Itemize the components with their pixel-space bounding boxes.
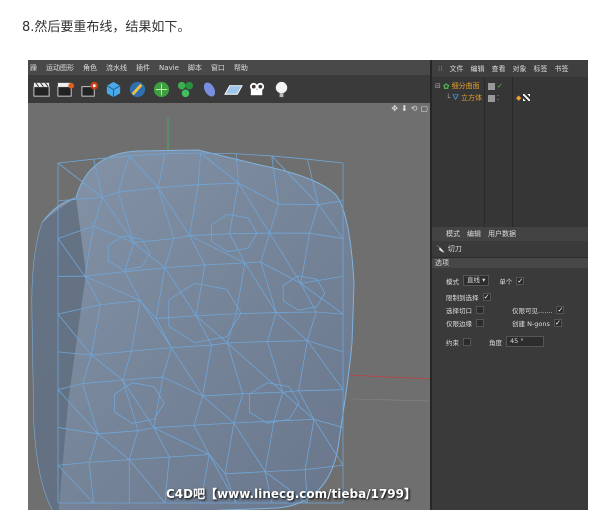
- x-axis-line: [347, 374, 430, 380]
- floor-icon[interactable]: [223, 79, 244, 100]
- constrain-row: 约束 角度 45 °: [446, 336, 544, 347]
- dot-icon[interactable]: ⁚: [497, 94, 499, 102]
- clapboard-gear-icon[interactable]: [55, 79, 76, 100]
- menu-item[interactable]: 运动图形: [46, 63, 74, 73]
- restrict-label: 限制到选择: [446, 294, 479, 302]
- clapboard-icon[interactable]: [31, 79, 52, 100]
- menu-item[interactable]: 流水线: [106, 63, 127, 73]
- visibility-icon[interactable]: [488, 94, 495, 102]
- grid-line: [352, 398, 430, 402]
- visible-only-label: 仅限可见.......: [512, 307, 553, 315]
- tree-branch-icon: └: [446, 94, 451, 102]
- menu-item[interactable]: 窗口: [211, 63, 225, 73]
- pen-icon[interactable]: [127, 79, 148, 100]
- step-caption: 8.然后要重布线，结果如下。: [22, 20, 191, 35]
- attr-menu-userdata[interactable]: 用户数据: [488, 229, 516, 239]
- object-name[interactable]: 细分曲面: [452, 81, 480, 91]
- camera-icon[interactable]: [247, 79, 268, 100]
- isolate-edge-label: 仅限边缘: [446, 320, 472, 328]
- attr-menu-edit[interactable]: 编辑: [467, 229, 481, 239]
- om-menu-bookmarks[interactable]: 书签: [554, 64, 568, 74]
- attr-menu-mode[interactable]: 模式: [446, 229, 460, 239]
- select-cut-row: 选择切口: [446, 305, 484, 315]
- light-icon[interactable]: [271, 79, 292, 100]
- subdivision-object-icon: ✿: [442, 81, 450, 91]
- visibility-icon[interactable]: [488, 82, 495, 90]
- restrict-row: 限制到选择 ✓: [446, 292, 491, 302]
- mode-label: 模式: [446, 277, 459, 286]
- tags: ◆: [516, 94, 531, 102]
- create-ngons-checkbox[interactable]: ✓: [553, 319, 562, 327]
- restrict-checkbox[interactable]: ✓: [482, 293, 491, 301]
- create-ngons-row: 创建 N-gons ✓: [512, 318, 562, 328]
- om-menu-object[interactable]: 对象: [512, 64, 526, 74]
- mode-select[interactable]: 直线 ▾: [463, 275, 490, 286]
- grip-icon: ⁞⁞: [438, 64, 443, 73]
- zoom-view-icon[interactable]: ⬇: [401, 104, 408, 113]
- isolate-edge-checkbox[interactable]: [476, 319, 484, 327]
- mode-row: 模式 直线 ▾ 单个 ✓: [446, 275, 525, 286]
- right-panel: ⁞⁞ 文件 编辑 查看 对象 标签 书签 ⊟ ✿ 细分曲面 ✓ └ ⛛ 立方体 …: [430, 60, 588, 510]
- tool-title: 🔪 切刀: [432, 241, 588, 258]
- collapse-icon[interactable]: ⊟: [435, 82, 441, 90]
- menu-item[interactable]: 插件: [136, 63, 150, 73]
- move-view-icon[interactable]: ✥: [391, 104, 398, 113]
- object-manager-menu: ⁞⁞ 文件 编辑 查看 对象 标签 书签: [432, 60, 588, 77]
- object-tree: ⊟ ✿ 细分曲面 ✓ └ ⛛ 立方体 ⁚ ◆: [432, 77, 588, 227]
- select-cut-label: 选择切口: [446, 307, 472, 315]
- object-row-cube[interactable]: └ ⛛ 立方体 ⁚ ◆: [446, 92, 588, 104]
- enabled-check-icon[interactable]: ✓: [497, 82, 503, 90]
- single-checkbox[interactable]: ✓: [516, 276, 525, 285]
- single-label: 单个: [499, 277, 513, 286]
- cube-object-icon: ⛛: [452, 93, 459, 102]
- viewport-controls: ✥ ⬇ ⟲ ▢: [391, 104, 428, 113]
- angle-label: 角度: [489, 338, 502, 347]
- om-menu-view[interactable]: 查看: [491, 64, 505, 74]
- cube-mesh[interactable]: [31, 149, 355, 510]
- attribute-menu: 模式 编辑 用户数据: [432, 227, 588, 241]
- om-menu-edit[interactable]: 编辑: [470, 64, 484, 74]
- menu-item[interactable]: Navie: [159, 64, 179, 72]
- visible-only-checkbox[interactable]: ✓: [556, 306, 565, 314]
- texture-tag-icon[interactable]: [523, 94, 531, 101]
- constrain-checkbox[interactable]: [463, 337, 471, 346]
- c4d-screenshot: 躁 运动图形 角色 流水线 插件 Navie 脚本 窗口 帮助 ✥ ⬇ ⟲ ▢ …: [28, 60, 588, 510]
- subdivision-icon[interactable]: [151, 79, 172, 100]
- cloner-icon[interactable]: [175, 79, 196, 100]
- visible-only-row: 仅限可见....... ✓: [512, 305, 565, 315]
- render-settings-icon[interactable]: [79, 79, 100, 100]
- knife-icon: 🔪: [436, 245, 445, 253]
- menu-item[interactable]: 脚本: [188, 63, 202, 73]
- om-menu-file[interactable]: 文件: [449, 64, 463, 74]
- isolate-edge-row: 仅限边缘: [446, 318, 484, 328]
- select-cut-checkbox[interactable]: [476, 306, 484, 314]
- tool-name: 切刀: [447, 245, 462, 253]
- menu-item[interactable]: 角色: [83, 63, 97, 73]
- menu-item[interactable]: 躁: [30, 63, 37, 73]
- menu-item[interactable]: 帮助: [234, 63, 248, 73]
- 3d-viewport[interactable]: ✥ ⬇ ⟲ ▢ C4D吧【www.linecg.com/tieba/1799】: [28, 103, 430, 510]
- create-ngons-label: 创建 N-gons: [512, 320, 550, 328]
- mesh-render: [31, 118, 430, 510]
- constrain-label: 约束: [446, 338, 459, 347]
- section-options[interactable]: 选项: [432, 258, 588, 268]
- om-menu-tags[interactable]: 标签: [533, 64, 547, 74]
- menu-bar: 躁 运动图形 角色 流水线 插件 Navie 脚本 窗口 帮助: [28, 60, 430, 75]
- object-row-subdivision[interactable]: ⊟ ✿ 细分曲面 ✓: [435, 80, 585, 92]
- maximize-view-icon[interactable]: ▢: [420, 104, 428, 113]
- object-name[interactable]: 立方体: [461, 93, 482, 103]
- toolbar: [28, 75, 430, 103]
- rotate-view-icon[interactable]: ⟲: [411, 104, 418, 113]
- angle-field[interactable]: 45 °: [506, 336, 544, 347]
- deformer-icon[interactable]: [199, 79, 220, 100]
- cube-icon[interactable]: [103, 79, 124, 100]
- watermark: C4D吧【www.linecg.com/tieba/1799】: [165, 487, 416, 501]
- attribute-manager: 模式 编辑 用户数据 🔪 切刀 选项 模式 直线 ▾ 单个 ✓ 限制到选择 ✓ …: [432, 227, 588, 510]
- phong-tag-icon[interactable]: ◆: [516, 94, 521, 102]
